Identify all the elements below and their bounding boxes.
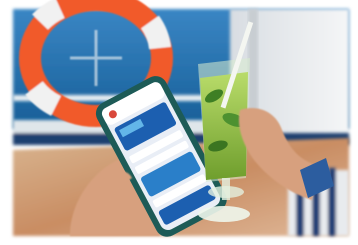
photo-area	[13, 0, 349, 237]
glass-base	[198, 206, 250, 222]
cruise-deck-photo	[0, 0, 358, 245]
